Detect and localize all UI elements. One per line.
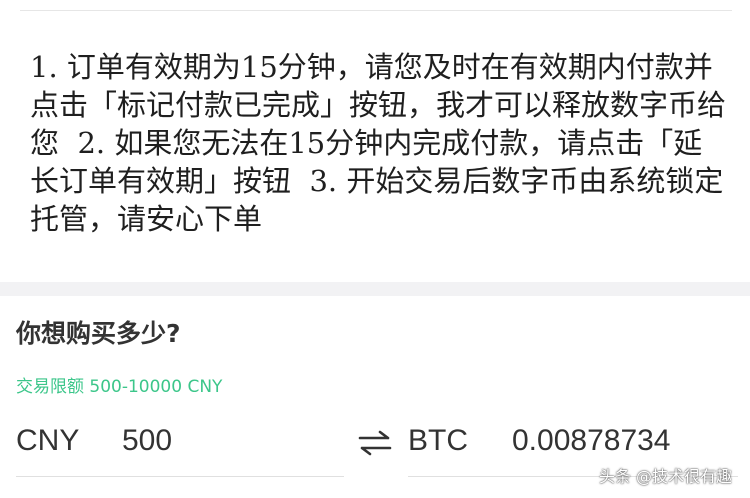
fiat-amount-field[interactable]: CNY 500 — [16, 418, 344, 477]
crypto-amount-input[interactable]: 0.00878734 — [512, 418, 671, 464]
watermark-text: 头条 @技术很有趣 — [598, 467, 732, 486]
section-divider — [0, 282, 750, 296]
purchase-question: 你想购买多少? — [16, 319, 181, 348]
swap-arrows-icon[interactable] — [358, 430, 392, 456]
crypto-currency-label: BTC — [408, 424, 468, 457]
trade-limit-label: 交易限额 500-10000 CNY — [16, 377, 223, 397]
fiat-amount-input[interactable]: 500 — [122, 418, 172, 464]
top-divider — [20, 10, 732, 11]
fiat-currency-label: CNY — [16, 424, 80, 457]
order-notice: 1. 订单有效期为15分钟，请您及时在有效期内付款并点击「标记付款已完成」按钮，… — [30, 48, 730, 238]
order-page: 1. 订单有效期为15分钟，请您及时在有效期内付款并点击「标记付款已完成」按钮，… — [0, 0, 750, 498]
